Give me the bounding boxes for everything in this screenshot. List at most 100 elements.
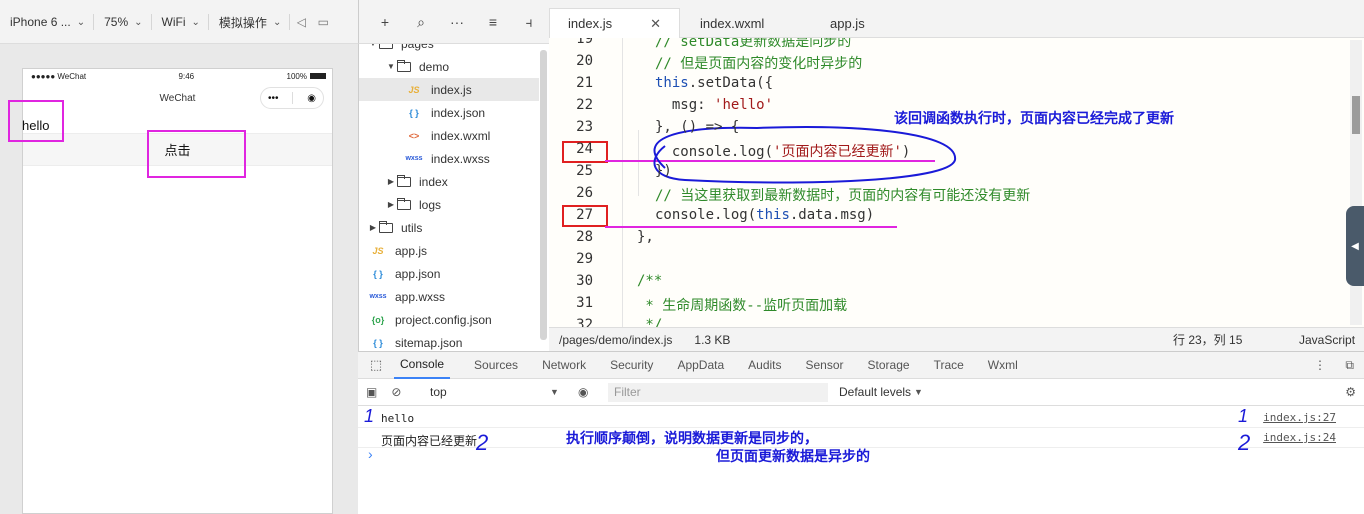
tab-index-wxml[interactable]: index.wxml: [682, 8, 782, 38]
folder-item[interactable]: ▼ demo: [359, 55, 539, 78]
more-icon[interactable]: ···: [439, 14, 475, 30]
line-number: 19: [576, 38, 593, 47]
capsule-menu[interactable]: ••• ◉: [260, 87, 324, 109]
code-token: }, () => {: [655, 119, 740, 135]
file-path: /pages/demo/index.js: [559, 332, 673, 347]
zoom-select[interactable]: 75% ⌄: [94, 14, 152, 30]
console-prompt[interactable]: ›: [368, 446, 373, 462]
speaker-icon[interactable]: ◁: [290, 14, 312, 30]
language-mode[interactable]: JavaScript: [1299, 333, 1355, 347]
code-line[interactable]: console.log(this.data.msg): [655, 207, 874, 223]
tab-label: app.js: [830, 15, 865, 31]
caret-down-icon[interactable]: ▼: [385, 62, 397, 71]
file-item[interactable]: { } sitemap.json: [359, 331, 539, 351]
tab-console[interactable]: Console: [394, 351, 451, 379]
tab-trace[interactable]: Trace: [934, 351, 964, 379]
sidebar-toggle-icon[interactable]: ▣: [366, 385, 377, 399]
more-dots-icon[interactable]: •••: [268, 93, 279, 104]
clear-console-icon[interactable]: ⊘: [391, 385, 401, 399]
code-line[interactable]: this.setData({: [655, 75, 773, 91]
close-target-icon[interactable]: ◉: [307, 93, 316, 104]
device-select[interactable]: iPhone 6 ... ⌄: [0, 14, 95, 30]
log-message: hello: [381, 412, 415, 425]
filter-input[interactable]: Filter: [608, 383, 828, 402]
file-item[interactable]: JS app.js: [359, 239, 539, 262]
caret-right-icon[interactable]: ▶: [385, 177, 397, 186]
code-line[interactable]: // 当这里获取到最新数据时，页面的内容有可能还没有更新: [655, 185, 1030, 205]
chevron-down-icon[interactable]: ▼: [914, 387, 923, 397]
nav-title: WeChat: [159, 92, 196, 104]
file-item[interactable]: JS index.js: [359, 78, 539, 101]
folder-item[interactable]: ▶ logs: [359, 193, 539, 216]
code-token: console.log(: [655, 207, 757, 223]
code-line[interactable]: }, () => {: [655, 119, 739, 135]
tab-storage[interactable]: Storage: [868, 351, 910, 379]
tab-sources[interactable]: Sources: [474, 351, 518, 379]
close-icon[interactable]: ✕: [650, 16, 661, 32]
code-line[interactable]: // setData更新数据是同步的: [655, 38, 851, 51]
tab-wxml[interactable]: Wxml: [988, 351, 1018, 379]
network-label: WiFi: [161, 15, 186, 29]
json-file-icon: { }: [409, 107, 419, 118]
file-item[interactable]: { } app.json: [359, 262, 539, 285]
code-line[interactable]: msg: 'hello': [655, 97, 773, 113]
tab-app-js[interactable]: app.js: [812, 8, 883, 38]
chevron-down-icon: ⌄: [272, 16, 282, 28]
code-line[interactable]: * 生命周期函数--监听页面加载: [637, 295, 847, 315]
add-icon[interactable]: +: [367, 14, 403, 30]
code-line[interactable]: */: [637, 317, 662, 327]
more-vert-icon[interactable]: ⋮: [1314, 358, 1326, 372]
simulator-toolbar: iPhone 6 ... ⌄ 75% ⌄ WiFi ⌄ 模拟操作 ⌄ ◁ ▭: [0, 0, 358, 44]
underline-line-27: [605, 226, 897, 228]
code-line[interactable]: },: [637, 229, 654, 245]
mode-select[interactable]: 模拟操作 ⌄: [209, 14, 291, 30]
sort-icon[interactable]: ≡: [475, 14, 511, 30]
code-line[interactable]: }): [655, 163, 672, 179]
log-source-link[interactable]: index.js:24: [1263, 431, 1336, 444]
file-item[interactable]: <> index.wxml: [359, 124, 539, 147]
tab-network[interactable]: Network: [542, 351, 586, 379]
levels-select[interactable]: Default levels: [839, 385, 911, 399]
tab-appdata[interactable]: AppData: [677, 351, 724, 379]
split-icon[interactable]: ⫞: [511, 14, 547, 30]
cursor-position[interactable]: 行 23，列 15: [1173, 331, 1242, 348]
file-item[interactable]: { } index.json: [359, 101, 539, 124]
code-token: console.log(: [655, 144, 774, 160]
undock-icon[interactable]: ⧉: [1345, 358, 1354, 373]
editor-scroll-thumb[interactable]: [1352, 96, 1360, 134]
code-line[interactable]: console.log('页面内容已经更新'): [655, 141, 910, 161]
tab-audits[interactable]: Audits: [748, 351, 781, 379]
code-editor[interactable]: 该回调函数执行时，页面内容已经完成了更新 19 20 21 22 23 24 25 26 27 2…: [549, 38, 1364, 327]
folder-item[interactable]: ▼ pages: [359, 44, 539, 55]
eye-icon[interactable]: ◉: [578, 385, 588, 399]
explorer-scrollbar[interactable]: [540, 50, 547, 340]
code-line[interactable]: /**: [637, 273, 662, 289]
context-select[interactable]: top: [430, 385, 447, 399]
time-label: 9:46: [178, 71, 195, 81]
log-source-link[interactable]: index.js:27: [1263, 411, 1336, 424]
window-icon[interactable]: ▭: [312, 14, 334, 30]
caret-right-icon[interactable]: ▶: [385, 200, 397, 209]
search-icon[interactable]: ⌕: [403, 14, 439, 30]
side-panel-handle-icon[interactable]: ◀: [1346, 206, 1364, 286]
chevron-down-icon[interactable]: ▼: [550, 387, 559, 397]
tab-index-js[interactable]: index.js ✕: [549, 8, 680, 38]
caret-right-icon[interactable]: ▶: [367, 223, 379, 232]
chevron-down-icon: ⌄: [134, 16, 143, 28]
tab-security[interactable]: Security: [610, 351, 653, 379]
tab-sensor[interactable]: Sensor: [806, 351, 844, 379]
gear-icon[interactable]: ⚙: [1345, 385, 1356, 399]
inspect-icon[interactable]: ⬚: [358, 357, 394, 373]
file-item[interactable]: wxss index.wxss: [359, 147, 539, 170]
file-item[interactable]: {o} project.config.json: [359, 308, 539, 331]
folder-item[interactable]: ▶ index: [359, 170, 539, 193]
mode-label: 模拟操作: [218, 15, 267, 30]
code-token: }): [655, 163, 672, 179]
network-select[interactable]: WiFi ⌄: [152, 14, 209, 30]
chevron-down-icon: ⌄: [76, 16, 86, 28]
file-item[interactable]: wxss app.wxss: [359, 285, 539, 308]
code-line[interactable]: // 但是页面内容的变化时异步的: [655, 53, 862, 73]
caret-down-icon[interactable]: ▼: [367, 44, 379, 48]
folder-item[interactable]: ▶ utils: [359, 216, 539, 239]
devtools-tabs: ⬚ Console Sources Network Security AppDa…: [358, 351, 1364, 379]
